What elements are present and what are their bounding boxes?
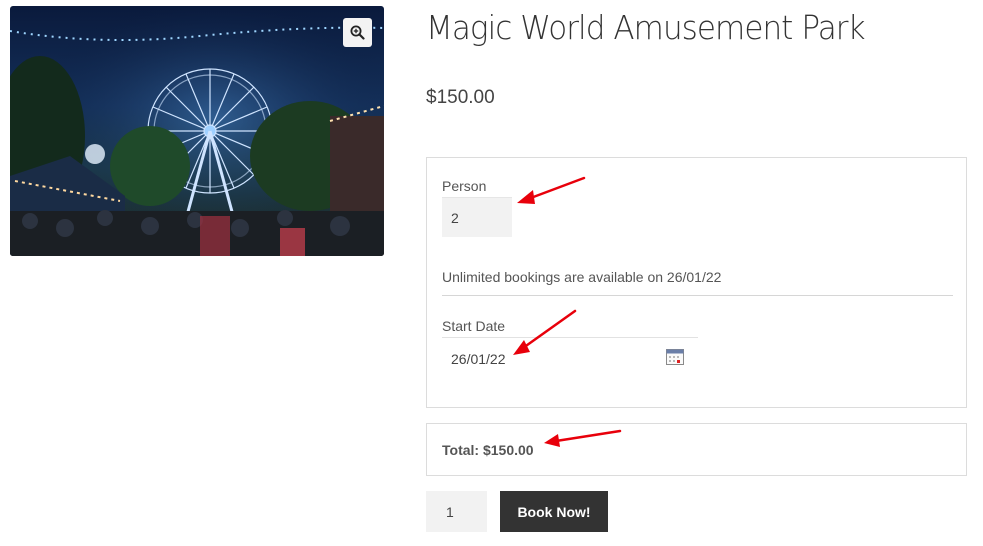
product-price: $150.00 [426, 87, 495, 108]
total-price: Total: $150.00 [442, 442, 534, 458]
product-image[interactable] [10, 6, 384, 256]
start-date-field[interactable]: 26/01/22 [442, 337, 698, 377]
availability-text: Unlimited bookings are available on 26/0… [442, 269, 722, 285]
calendar-icon[interactable] [666, 349, 684, 365]
zoom-button[interactable] [343, 18, 372, 47]
divider [442, 295, 953, 296]
start-date-value: 26/01/22 [451, 351, 506, 367]
person-label: Person [442, 178, 487, 194]
person-input[interactable] [442, 197, 512, 237]
zoom-in-icon [350, 25, 365, 40]
start-date-label: Start Date [442, 318, 506, 334]
quantity-input[interactable] [426, 491, 487, 532]
booking-form: Person Unlimited bookings are available … [426, 157, 967, 408]
amusement-park-photo [10, 6, 384, 256]
product-title: Magic World Amusement Park [426, 8, 866, 47]
book-now-button[interactable]: Book Now! [500, 491, 608, 532]
total-box: Total: $150.00 [426, 423, 967, 476]
